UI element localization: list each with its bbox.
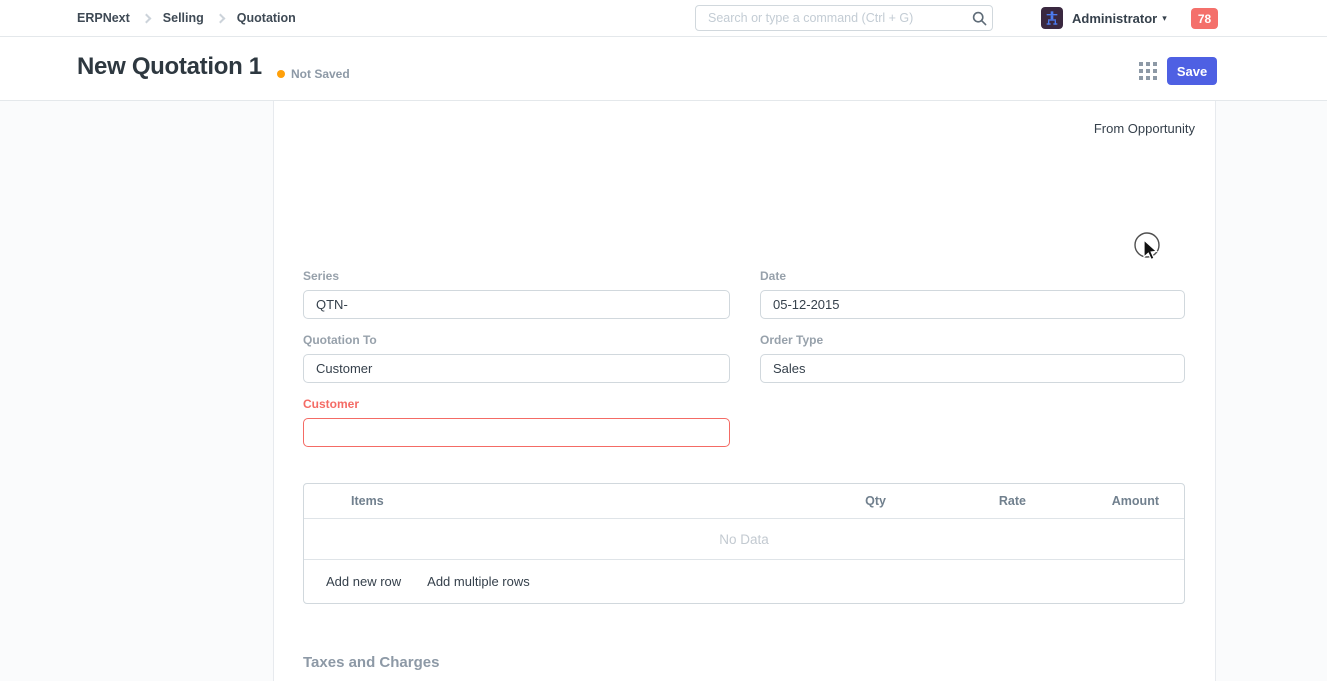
page-title: New Quotation 1 (77, 53, 262, 81)
save-button[interactable]: Save (1167, 57, 1217, 85)
customer-label: Customer (303, 397, 730, 411)
chevron-right-icon (141, 13, 151, 23)
page-head: New Quotation 1 Not Saved Save (0, 37, 1327, 101)
user-avatar (1041, 7, 1063, 29)
order-type-input[interactable] (760, 354, 1185, 383)
series-input[interactable] (303, 290, 730, 319)
items-table-header: Items Qty Rate Amount (304, 484, 1184, 519)
items-column-header: Items (304, 494, 746, 508)
page-body: From Opportunity Series Date Quotation T… (0, 101, 1327, 681)
field-quotation-to: Quotation To (303, 333, 730, 383)
add-multiple-rows-button[interactable]: Add multiple rows (427, 574, 530, 589)
taxes-and-charges-heading: Taxes and Charges (303, 654, 439, 671)
qty-column-header: Qty (746, 494, 886, 508)
quotation-to-label: Quotation To (303, 333, 730, 347)
quotation-to-input[interactable] (303, 354, 730, 383)
global-search (695, 5, 993, 31)
breadcrumb-quotation[interactable]: Quotation (237, 11, 296, 25)
user-menu[interactable]: Administrator ▾ (1041, 0, 1167, 36)
status-text: Not Saved (291, 67, 350, 81)
amount-column-header: Amount (1026, 494, 1159, 508)
breadcrumb-home[interactable]: ERPNext (77, 11, 130, 25)
chevron-right-icon (215, 13, 225, 23)
field-order-type: Order Type (760, 333, 1185, 383)
series-label: Series (303, 269, 730, 283)
user-name-label: Administrator (1072, 11, 1157, 26)
notifications-badge[interactable]: 78 (1191, 8, 1218, 29)
from-opportunity-button[interactable]: From Opportunity (1094, 121, 1195, 136)
caret-down-icon: ▾ (1162, 13, 1167, 24)
items-table-footer: Add new row Add multiple rows (304, 560, 1184, 603)
items-table: Items Qty Rate Amount No Data Add new ro… (303, 483, 1185, 604)
top-navbar: ERPNext Selling Quotation (0, 0, 1327, 37)
search-icon[interactable] (966, 11, 992, 26)
customer-input[interactable] (303, 418, 730, 447)
date-input[interactable] (760, 290, 1185, 319)
field-series: Series (303, 269, 730, 319)
order-type-label: Order Type (760, 333, 1185, 347)
not-saved-dot-icon (277, 70, 285, 78)
date-label: Date (760, 269, 1185, 283)
field-customer: Customer (303, 397, 730, 447)
field-date: Date (760, 269, 1185, 319)
rate-column-header: Rate (886, 494, 1026, 508)
add-new-row-button[interactable]: Add new row (326, 574, 401, 589)
breadcrumb: ERPNext Selling Quotation (77, 0, 296, 36)
menu-grid-icon[interactable] (1139, 62, 1159, 82)
no-data-row: No Data (304, 519, 1184, 560)
status-indicator: Not Saved (277, 67, 350, 81)
breadcrumb-selling[interactable]: Selling (163, 11, 204, 25)
search-input[interactable] (696, 11, 966, 25)
